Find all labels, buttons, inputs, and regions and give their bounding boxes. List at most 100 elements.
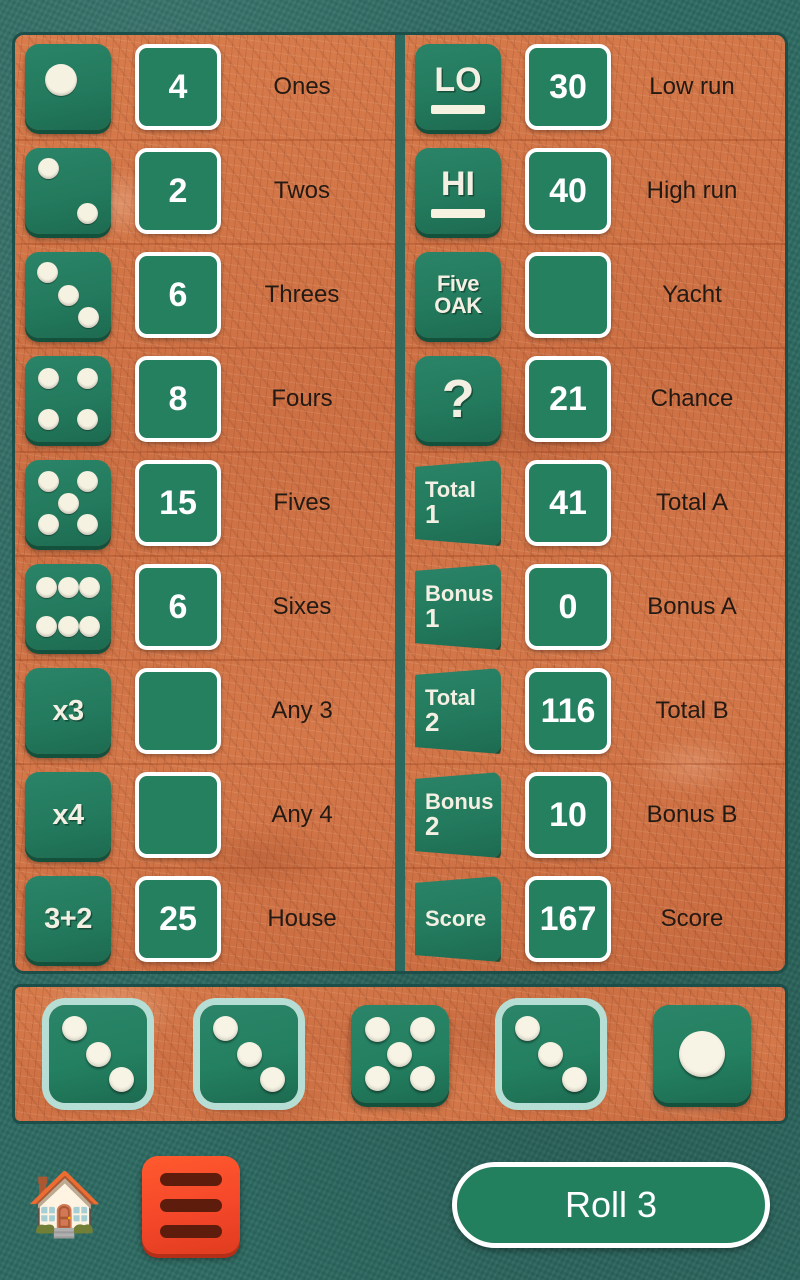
- four-of-a-kind-icon[interactable]: x4: [25, 772, 111, 858]
- low-run-icon[interactable]: LO: [415, 44, 501, 130]
- die-2[interactable]: [200, 1005, 299, 1103]
- pip-4: [364, 1066, 390, 1091]
- pip-1: [213, 1016, 239, 1042]
- score-value-box[interactable]: [135, 668, 221, 754]
- scorecard-row[interactable]: x4 Any 4: [15, 763, 395, 867]
- icon-label: x3: [52, 694, 84, 727]
- scorecard-right-column: LO 30 Low run HI 40 High run Five OAK Yacht? 21 Ch…: [400, 35, 785, 971]
- score-value-box[interactable]: 25: [135, 876, 221, 962]
- icon-label: 3+2: [44, 902, 92, 935]
- scorecard-row[interactable]: Five OAK Yacht: [405, 243, 785, 347]
- scorecard-row[interactable]: Total 2 116 Total B: [405, 659, 785, 763]
- die-face-2: [25, 148, 111, 234]
- scorecard-panel: 4 Ones 2 Twos 6 Threes 8 Fours 15 Fives 6 Sixes x3 An…: [12, 32, 788, 974]
- die-4[interactable]: [501, 1005, 600, 1103]
- die-face-5: [351, 1005, 449, 1103]
- die-face-2-icon[interactable]: [25, 148, 111, 234]
- score-value-box[interactable]: 6: [135, 252, 221, 338]
- score-value-box[interactable]: 40: [525, 148, 611, 234]
- scorecard-row[interactable]: Total 1 41 Total A: [405, 451, 785, 555]
- score-value-box[interactable]: 4: [135, 44, 221, 130]
- icon-label: Total 1: [415, 460, 501, 546]
- score-value-box[interactable]: 167: [525, 876, 611, 962]
- pip-2: [77, 367, 99, 389]
- category-label: Yacht: [662, 281, 722, 308]
- category-label: Bonus B: [646, 801, 738, 828]
- scorecard-row[interactable]: ? 21 Chance: [405, 347, 785, 451]
- pip-3: [37, 409, 59, 431]
- menu-bar-3: [160, 1224, 222, 1238]
- die-face-5-icon[interactable]: [25, 460, 111, 546]
- category-label: Twos: [273, 177, 330, 204]
- roll-button[interactable]: Roll 3: [452, 1162, 770, 1248]
- pip-3: [79, 576, 100, 598]
- five-oak-icon[interactable]: Five OAK: [415, 252, 501, 338]
- icon-label-line1: Score: [425, 906, 487, 931]
- category-label: Fours: [271, 385, 333, 412]
- icon-label: Score: [415, 876, 501, 962]
- die-5[interactable]: [652, 1005, 751, 1103]
- scorecard-row[interactable]: 6 Threes: [15, 243, 395, 347]
- pip-6: [79, 616, 100, 638]
- scorecard-row[interactable]: 3+2 25 House: [15, 867, 395, 971]
- house-icon[interactable]: 🏠: [22, 1162, 108, 1248]
- scorecard-row[interactable]: Bonus 1 0 Bonus A: [405, 555, 785, 659]
- pip-1: [62, 1016, 88, 1042]
- scorecard-row[interactable]: LO 30 Low run: [405, 35, 785, 139]
- chance-icon[interactable]: ?: [415, 356, 501, 442]
- category-label: Low run: [649, 73, 735, 100]
- score-value-box[interactable]: 2: [135, 148, 221, 234]
- scorecard-row[interactable]: Score 167 Score: [405, 867, 785, 971]
- score-value-box[interactable]: 41: [525, 460, 611, 546]
- category-label: Any 3: [271, 697, 333, 724]
- score-value-box[interactable]: 116: [525, 668, 611, 754]
- pip-1: [37, 471, 59, 492]
- score-icon[interactable]: Score: [415, 876, 501, 962]
- total-1-icon[interactable]: Total 1: [415, 460, 501, 546]
- bonus-2-icon[interactable]: Bonus 2: [415, 772, 501, 858]
- icon-label-line2: 1: [425, 499, 440, 529]
- score-value-box[interactable]: [135, 772, 221, 858]
- score-value-box[interactable]: 21: [525, 356, 611, 442]
- scorecard-row[interactable]: HI 40 High run: [405, 139, 785, 243]
- hamburger-menu-icon[interactable]: [142, 1156, 240, 1254]
- bonus-1-icon[interactable]: Bonus 1: [415, 564, 501, 650]
- three-of-a-kind-icon[interactable]: x3: [25, 668, 111, 754]
- scorecard-row[interactable]: 2 Twos: [15, 139, 395, 243]
- scorecard-row[interactable]: x3 Any 3: [15, 659, 395, 763]
- pip-5: [77, 514, 99, 535]
- total-2-icon[interactable]: Total 2: [415, 668, 501, 754]
- pip-1: [678, 1031, 725, 1077]
- pip-4: [36, 616, 57, 638]
- icon-label: LO: [434, 61, 482, 99]
- die-1[interactable]: [49, 1005, 148, 1103]
- pip-3: [387, 1041, 413, 1067]
- icon-label-line2: 2: [425, 707, 440, 737]
- scorecard-row[interactable]: 4 Ones: [15, 35, 395, 139]
- icon-label: Bonus 1: [415, 564, 501, 650]
- pip-2: [57, 284, 79, 306]
- scorecard-row[interactable]: 8 Fours: [15, 347, 395, 451]
- scorecard-row[interactable]: 6 Sixes: [15, 555, 395, 659]
- score-value-box[interactable]: 8: [135, 356, 221, 442]
- die-face-3: [25, 252, 111, 338]
- underline-bar: [431, 105, 485, 114]
- score-value-box[interactable]: 0: [525, 564, 611, 650]
- scorecard-row[interactable]: Bonus 2 10 Bonus B: [405, 763, 785, 867]
- die-face-3-icon[interactable]: [25, 252, 111, 338]
- category-label: Chance: [650, 385, 734, 412]
- icon-label: Total 2: [415, 668, 501, 754]
- die-face-4-icon[interactable]: [25, 356, 111, 442]
- die-face-6-icon[interactable]: [25, 564, 111, 650]
- die-face-1-icon[interactable]: [25, 44, 111, 130]
- die-3[interactable]: [350, 1005, 449, 1103]
- score-value-box[interactable]: 15: [135, 460, 221, 546]
- scorecard-row[interactable]: 15 Fives: [15, 451, 395, 555]
- score-value-box[interactable]: 10: [525, 772, 611, 858]
- score-value-box[interactable]: [525, 252, 611, 338]
- score-value-box[interactable]: 6: [135, 564, 221, 650]
- full-house-icon[interactable]: 3+2: [25, 876, 111, 962]
- score-value-box[interactable]: 30: [525, 44, 611, 130]
- icon-label-line2: OAK: [434, 293, 482, 318]
- high-run-icon[interactable]: HI: [415, 148, 501, 234]
